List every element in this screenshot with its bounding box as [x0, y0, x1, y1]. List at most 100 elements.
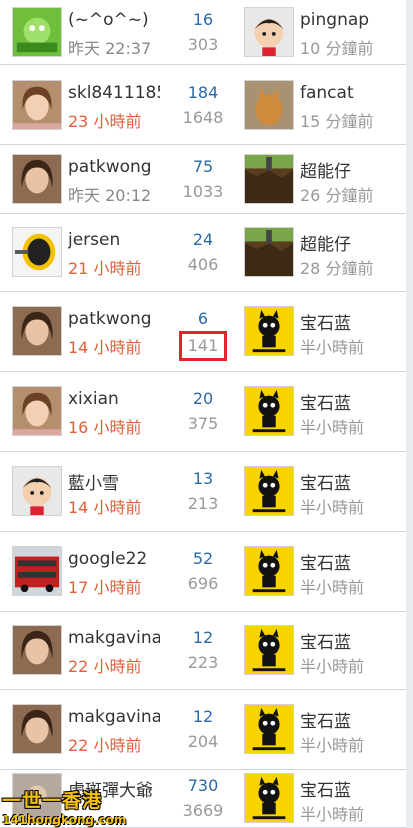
view-count: 204 [168, 732, 238, 751]
reply-count: 75 [192, 156, 214, 176]
woman-photo-icon[interactable] [12, 625, 62, 675]
thread-row[interactable]: makgavina 22 小時前 12 204 宝石蓝半小時前 [0, 690, 406, 770]
last-poster-name-link[interactable]: 宝石蓝 [300, 776, 351, 801]
last-post-time: 半小時前 [300, 657, 365, 676]
cartoon-boy-icon[interactable] [12, 466, 62, 516]
view-count-value: 375 [187, 414, 219, 433]
view-count: 223 [168, 653, 238, 672]
last-post-time: 半小時前 [300, 578, 365, 597]
view-count-value: 213 [187, 494, 219, 513]
thread-row[interactable]: google22 17 小時前 52 696 宝石蓝 半小時前 [0, 532, 406, 612]
post-time: 22 小時前 [68, 657, 142, 676]
author-name-link[interactable]: patkwong [68, 309, 160, 329]
post-time: 23 小時前 [68, 111, 142, 131]
devil-cartoon-icon[interactable] [244, 386, 294, 436]
post-time: 14 小時前 [68, 498, 142, 517]
thread-row[interactable]: jersen 21 小時前 24 406 超能仔 28 分鐘前 [0, 214, 406, 292]
post-time: 22 小時前 [68, 736, 142, 755]
reply-count: 24 [192, 230, 214, 249]
last-poster-name-link[interactable]: 宝石蓝 [300, 628, 351, 653]
view-count-value: 223 [187, 653, 219, 672]
post-time: 昨天 20:12 [68, 185, 152, 205]
author-name-link[interactable]: skl8411185 [68, 83, 160, 103]
woman-photo-icon[interactable] [12, 704, 62, 754]
devil-cartoon-icon[interactable] [244, 466, 294, 516]
cartoon-boy-icon[interactable] [244, 6, 294, 57]
reply-count: 184 [187, 82, 219, 102]
girl-photo-icon[interactable] [12, 386, 62, 436]
devil-cartoon-icon[interactable] [244, 773, 294, 823]
reply-count: 12 [192, 628, 214, 647]
devil-cartoon-icon[interactable] [244, 546, 294, 596]
devil-cartoon-icon[interactable] [244, 704, 294, 754]
post-time: 14 小時前 [68, 338, 142, 357]
last-poster-name-link[interactable]: 超能仔 [300, 230, 351, 255]
view-count-value: 406 [187, 255, 219, 274]
woman-photo-icon[interactable] [12, 306, 62, 356]
woman-photo-icon[interactable] [12, 153, 62, 204]
reply-count: 52 [192, 549, 214, 568]
landscape-photo-icon[interactable] [244, 153, 294, 204]
thread-row[interactable]: xixian 16 小時前 20 375 宝石蓝半小時前 [0, 372, 406, 452]
last-post-time: 半小時前 [300, 736, 365, 755]
thread-row[interactable]: 藍小雪 14 小時前 13 213 宝石蓝 半小時前 [0, 452, 406, 532]
author-name-link[interactable]: makgavina [68, 707, 160, 727]
author-name-link[interactable]: xixian [68, 389, 160, 409]
last-poster-name-link[interactable]: 超能仔 [300, 157, 351, 182]
last-post-time: 28 分鐘前 [300, 259, 374, 278]
thread-row[interactable]: patkwong 昨天 20:12 75 1033 超能仔 26 分鐘前 [0, 145, 406, 214]
last-post-time: 26 分鐘前 [300, 185, 374, 205]
reply-count: 6 [197, 309, 209, 328]
view-count-value: 3669 [182, 801, 224, 820]
thread-row[interactable]: (~^o^~) 昨天 22:37 16 303 pingnap 10 分鐘前 [0, 0, 406, 65]
last-poster-name-link[interactable]: 宝石蓝 [300, 389, 351, 414]
green-cartoon-icon[interactable] [12, 6, 62, 57]
last-post-time: 半小時前 [300, 805, 365, 824]
last-poster-name-link[interactable]: fancat [300, 83, 354, 103]
author-name-link[interactable]: (~^o^~) [68, 10, 160, 30]
view-count-value: 1648 [182, 107, 224, 127]
last-poster-name-link[interactable]: 宝石蓝 [300, 309, 351, 334]
yellow-wheel-icon[interactable] [12, 227, 62, 277]
author-name-link[interactable]: jersen [68, 230, 160, 250]
scrollbar-track[interactable] [406, 0, 413, 828]
last-poster-name-link[interactable]: 宝石蓝 [300, 707, 351, 732]
view-count: 303 [168, 35, 238, 54]
last-post-time: 半小時前 [300, 418, 365, 437]
reply-count: 12 [192, 707, 214, 726]
site-watermark: 一世一香港 141hongkong.com [2, 786, 127, 827]
cat-photo-icon[interactable] [244, 79, 294, 130]
reply-count: 16 [192, 9, 214, 29]
devil-cartoon-icon[interactable] [244, 625, 294, 675]
thread-row[interactable]: skl8411185 23 小時前 184 1648 fancat 15 分鐘前 [0, 66, 406, 145]
reply-count: 20 [192, 389, 214, 408]
last-post-time: 半小時前 [300, 338, 365, 357]
view-count: 213 [168, 494, 238, 513]
last-post-time: 半小時前 [300, 498, 365, 517]
view-count-value: 303 [187, 34, 219, 54]
author-name-link[interactable]: google22 [68, 549, 160, 569]
last-poster-name-link[interactable]: pingnap [300, 10, 369, 30]
author-name-link[interactable]: 藍小雪 [68, 469, 160, 494]
view-count-value: 141 [178, 331, 228, 361]
landscape-photo-icon[interactable] [244, 227, 294, 277]
view-count: 1033 [168, 182, 238, 201]
girl-photo-icon[interactable] [12, 79, 62, 130]
post-time: 21 小時前 [68, 259, 142, 278]
last-poster-name-link[interactable]: 宝石蓝 [300, 469, 351, 494]
view-count-highlighted: 141 [168, 331, 238, 361]
thread-row[interactable]: patkwong 14 小時前 6 141 宝石蓝半小時前 [0, 292, 406, 372]
red-bus-icon[interactable] [12, 546, 62, 596]
thread-row[interactable]: makgavina 22 小時前 12 223 宝石蓝半小時前 [0, 612, 406, 690]
post-time: 16 小時前 [68, 418, 142, 437]
view-count-value: 204 [187, 732, 219, 751]
watermark-url: 141hongkong.com [2, 813, 127, 827]
author-name-link[interactable]: patkwong [68, 157, 160, 177]
view-count-value: 696 [187, 574, 219, 593]
view-count: 406 [168, 255, 238, 274]
post-time: 昨天 22:37 [68, 38, 152, 58]
view-count-value: 1033 [182, 181, 224, 201]
last-poster-name-link[interactable]: 宝石蓝 [300, 549, 351, 574]
author-name-link[interactable]: makgavina [68, 628, 160, 648]
devil-cartoon-icon[interactable] [244, 306, 294, 356]
